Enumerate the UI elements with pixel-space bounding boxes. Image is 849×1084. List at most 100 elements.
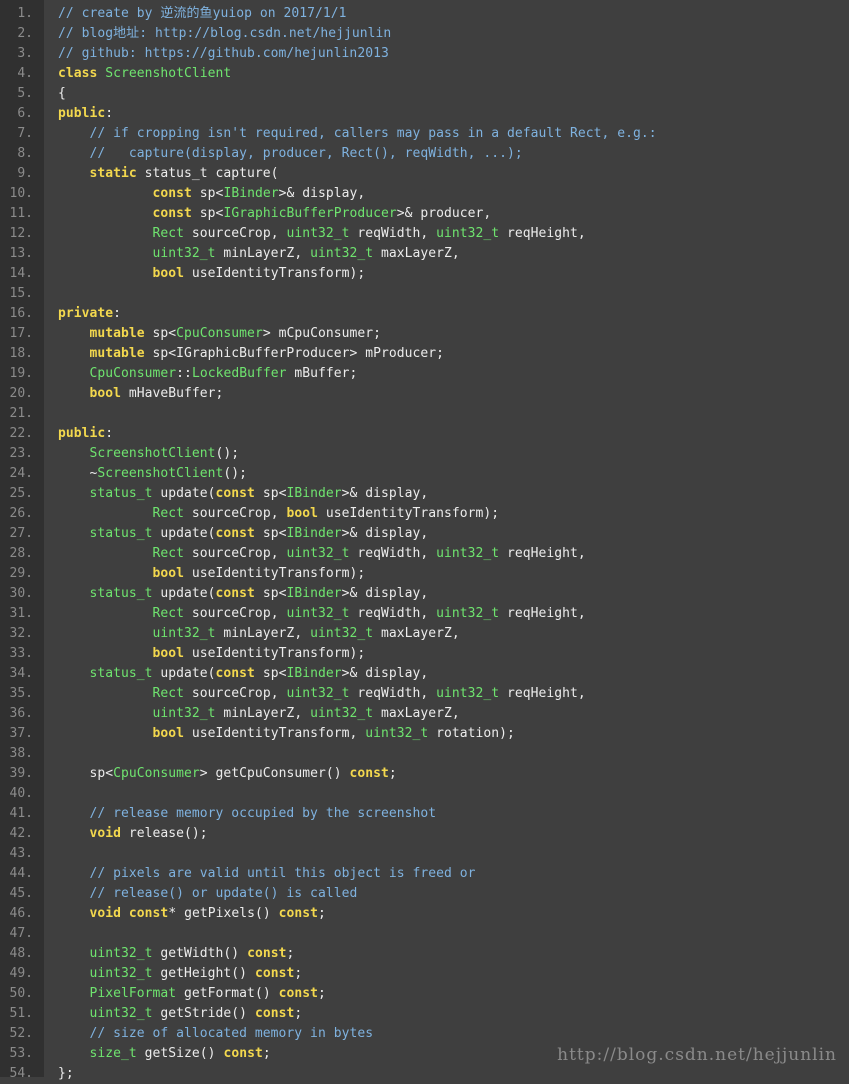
code-token: status_t capture( bbox=[136, 166, 279, 181]
code-token: const bbox=[254, 1006, 295, 1021]
line-number: 47. bbox=[9, 926, 33, 941]
line-number: 36. bbox=[9, 706, 33, 721]
code-token: mutable bbox=[89, 346, 145, 361]
code-line: 6. public: bbox=[0, 104, 849, 124]
code-token: bool bbox=[152, 566, 185, 581]
code-text: }; bbox=[58, 1064, 74, 1084]
code-token: sp< bbox=[191, 186, 224, 201]
code-token: const bbox=[215, 666, 255, 681]
code-token: sourceCrop, bbox=[184, 606, 287, 621]
line-number: 29. bbox=[9, 566, 33, 581]
code-text: Rect sourceCrop, uint32_t reqWidth, uint… bbox=[58, 604, 586, 624]
code-token: uint32_t bbox=[152, 706, 216, 721]
line-number: 50. bbox=[9, 986, 33, 1001]
code-token: uint32_t bbox=[310, 706, 374, 721]
code-line: 25. status_t update(const sp<IBinder>& d… bbox=[0, 484, 849, 504]
code-token: const bbox=[215, 586, 255, 601]
code-token: size_t bbox=[89, 1046, 137, 1061]
line-number: 33. bbox=[9, 646, 33, 661]
code-token: sp< bbox=[191, 206, 224, 221]
code-token: ~ bbox=[58, 466, 98, 481]
code-line: 13. uint32_t minLayerZ, uint32_t maxLaye… bbox=[0, 244, 849, 264]
code-token: const bbox=[215, 486, 255, 501]
code-token: sp< bbox=[254, 526, 287, 541]
line-number: 41. bbox=[9, 806, 33, 821]
code-token: uint32_t bbox=[152, 246, 216, 261]
code-token: >& display, bbox=[341, 526, 429, 541]
code-token: const bbox=[247, 946, 287, 961]
line-number: 27. bbox=[9, 526, 33, 541]
code-line: 3. // github: https://github.com/hejunlin… bbox=[0, 44, 849, 64]
code-line: 45. // release() or update() is called bbox=[0, 884, 849, 904]
code-token: useIdentityTransform); bbox=[317, 506, 500, 521]
code-text: CpuConsumer::LockedBuffer mBuffer; bbox=[58, 364, 358, 384]
code-token: uint32_t bbox=[436, 546, 500, 561]
code-token: uint32_t bbox=[436, 226, 500, 241]
code-token: Rect bbox=[152, 226, 185, 241]
code-text: uint32_t minLayerZ, uint32_t maxLayerZ, bbox=[58, 704, 460, 724]
code-token: Rect bbox=[152, 686, 185, 701]
code-token: // blog地址: http://blog.csdn.net/hejjunli… bbox=[58, 26, 392, 41]
code-token: reqWidth, bbox=[349, 686, 437, 701]
code-token: getWidth() bbox=[152, 946, 248, 961]
code-text: void const* getPixels() const; bbox=[58, 904, 326, 924]
code-token: minLayerZ, bbox=[215, 706, 311, 721]
line-number: 22. bbox=[9, 426, 33, 441]
code-line: 14. bool useIdentityTransform); bbox=[0, 264, 849, 284]
code-text: // capture(display, producer, Rect(), re… bbox=[58, 144, 523, 164]
code-token: status_t bbox=[89, 586, 153, 601]
code-line: 38. bbox=[0, 744, 849, 764]
code-line: 37. bool useIdentityTransform, uint32_t … bbox=[0, 724, 849, 744]
code-token: ScreenshotClient bbox=[89, 446, 216, 461]
code-line: 49. uint32_t getHeight() const; bbox=[0, 964, 849, 984]
line-number: 8. bbox=[17, 146, 33, 161]
code-token: uint32_t bbox=[286, 686, 350, 701]
code-token: >& display, bbox=[341, 666, 429, 681]
code-token: { bbox=[58, 86, 66, 101]
code-text: const sp<IBinder>& display, bbox=[58, 184, 366, 204]
code-token: getStride() bbox=[152, 1006, 255, 1021]
code-token: useIdentityTransform); bbox=[184, 266, 366, 281]
code-token: mBuffer; bbox=[286, 366, 358, 381]
code-token: sp< bbox=[254, 586, 287, 601]
code-token: Rect bbox=[152, 606, 185, 621]
code-line: 29. bool useIdentityTransform); bbox=[0, 564, 849, 584]
line-number: 28. bbox=[9, 546, 33, 561]
line-number: 13. bbox=[9, 246, 33, 261]
code-line: 47. bbox=[0, 924, 849, 944]
code-token: : bbox=[105, 426, 114, 441]
code-token: IBinder bbox=[223, 186, 279, 201]
code-text: sp<CpuConsumer> getCpuConsumer() const; bbox=[58, 764, 397, 784]
code-viewer[interactable]: 1. // create by 逆流的鱼yuiop on 2017/1/1 2. //… bbox=[0, 0, 849, 1081]
code-token: :: bbox=[176, 366, 192, 381]
code-token: CpuConsumer bbox=[89, 366, 177, 381]
code-line: 10. const sp<IBinder>& display, bbox=[0, 184, 849, 204]
line-number: 54. bbox=[9, 1066, 33, 1081]
code-token: update( bbox=[152, 666, 216, 681]
code-token: uint32_t bbox=[365, 726, 429, 741]
code-text: Rect sourceCrop, uint32_t reqWidth, uint… bbox=[58, 224, 586, 244]
code-text: // blog地址: http://blog.csdn.net/hejjunli… bbox=[58, 24, 391, 44]
code-token: // github: https://github.com/hejunlin20… bbox=[58, 46, 389, 61]
line-number: 35. bbox=[9, 686, 33, 701]
code-token: * getPixels() bbox=[168, 906, 279, 921]
code-token: maxLayerZ, bbox=[373, 706, 460, 721]
code-token: IBinder bbox=[286, 586, 342, 601]
line-number: 44. bbox=[9, 866, 33, 881]
line-number: 19. bbox=[9, 366, 33, 381]
code-token: useIdentityTransform, bbox=[184, 726, 366, 741]
code-token: getHeight() bbox=[152, 966, 255, 981]
code-lines: 1. // create by 逆流的鱼yuiop on 2017/1/1 2. //… bbox=[0, 4, 849, 1084]
code-token: >& producer, bbox=[396, 206, 492, 221]
